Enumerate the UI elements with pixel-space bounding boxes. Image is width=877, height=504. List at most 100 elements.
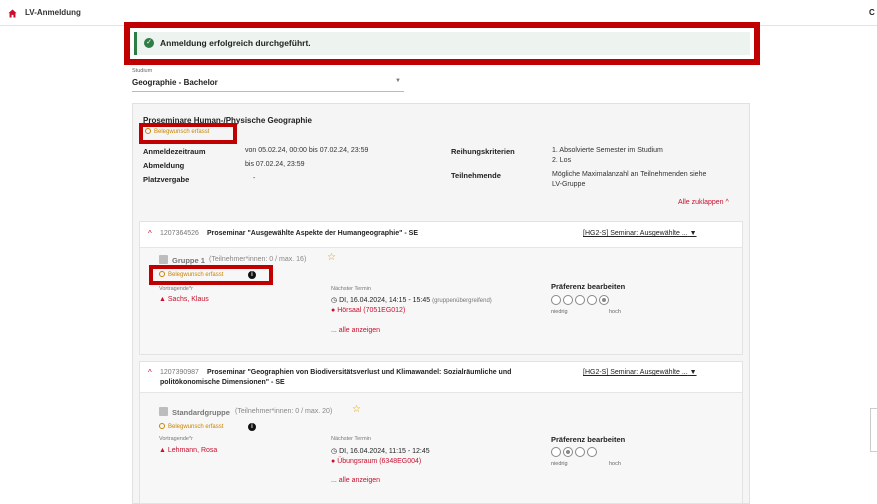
preference-high-label: hoch [609, 309, 621, 315]
lecturer-label: Vortragende*r [159, 286, 193, 292]
preference-radio-1[interactable] [551, 295, 561, 305]
lecturer-name: Lehmann, Rosa [167, 447, 218, 454]
clock-icon: ◷ [331, 297, 338, 304]
studium-underline [132, 91, 404, 92]
group-name: Gruppe 1 [172, 256, 205, 265]
group-capacity: (Teilnehmer*innen: 0 / max. 16) [209, 256, 307, 263]
preference-radio-3[interactable] [575, 295, 585, 305]
curriculum-select[interactable]: [HG2-S] Seminar: Ausgewählte ... ▼ [583, 369, 697, 376]
lv-card: ^ 1207390987 Proseminar "Geographien von… [139, 361, 743, 504]
chevron-up-icon: ^ [725, 199, 729, 206]
status-badge-text: Belegwunsch erfasst [154, 129, 210, 135]
room-name: Übungsraum (6348EG004) [337, 458, 422, 465]
clock-icon [145, 128, 151, 134]
room-link[interactable]: ● Übungsraum (6348EG004) [331, 458, 421, 465]
lv-number: 1207364526 [160, 230, 199, 237]
success-alert-highlight: ✓ Anmeldung erfolgreich durchgeführt. [124, 22, 760, 65]
lecturer-name: Sachs, Klaus [167, 296, 209, 303]
anmeldezeitraum-label: Anmeldezeitraum [143, 147, 206, 156]
group-checkbox[interactable] [159, 407, 168, 416]
chevron-up-icon[interactable]: ^ [148, 229, 152, 238]
top-right-menu[interactable]: C [869, 8, 875, 17]
lv-title: Proseminar "Ausgewählte Aspekte der Huma… [207, 230, 418, 237]
curriculum-select-text: [HG2-S] Seminar: Ausgewählte ... [583, 230, 688, 237]
studium-label: Studium [132, 68, 153, 74]
status-badge-text: Belegwunsch erfasst [168, 424, 224, 430]
chevron-up-icon[interactable]: ^ [148, 368, 152, 377]
teilnehmende-line-1: Mögliche Maximalanzahl an Teilnehmenden … [552, 171, 707, 178]
caret-down-icon: ▼ [689, 230, 697, 237]
star-icon[interactable]: ☆ [327, 252, 336, 263]
star-icon[interactable]: ☆ [352, 404, 361, 415]
group-name: Standardgruppe [172, 408, 230, 417]
lecturer-link[interactable]: ▲ Lehmann, Rosa [159, 447, 217, 454]
preference-radio-2[interactable] [563, 447, 573, 457]
preference-radio-group [551, 447, 599, 459]
user-icon: ▲ [159, 447, 166, 454]
show-all-dates-link[interactable]: ... alle anzeigen [331, 477, 380, 484]
preference-low-label: niedrig [551, 461, 568, 467]
curriculum-select-text: [HG2-S] Seminar: Ausgewählte ... [583, 369, 688, 376]
status-badge: Belegwunsch erfasst [159, 271, 223, 278]
lecturer-link[interactable]: ▲ Sachs, Klaus [159, 296, 209, 303]
room-name: Hörsaal (7051EG012) [337, 307, 406, 314]
lv-number: 1207390987 [160, 369, 199, 376]
abmeldung-label: Abmeldung [143, 161, 185, 170]
success-message: Anmeldung erfolgreich durchgeführt. [160, 38, 311, 48]
next-date-text: DI, 16.04.2024, 14:15 - 15:45 [339, 297, 431, 304]
next-date: ◷ DI, 16.04.2024, 11:15 - 12:45 [331, 447, 430, 455]
platzvergabe-value: - [253, 175, 256, 182]
next-date-label: Nächster Termin [331, 436, 371, 442]
preference-high-label: hoch [609, 461, 621, 467]
success-alert: ✓ Anmeldung erfolgreich durchgeführt. [134, 32, 750, 55]
check-circle-icon: ✓ [144, 38, 154, 48]
app-title: LV-Anmeldung [25, 8, 81, 17]
collapse-all-link[interactable]: Alle zuklappen ^ [678, 199, 729, 206]
status-badge: Belegwunsch erfasst [145, 128, 209, 135]
next-date-label: Nächster Termin [331, 286, 371, 292]
anmeldezeitraum-value: von 05.02.24, 00:00 bis 07.02.24, 23:59 [245, 147, 369, 154]
info-icon[interactable]: i [248, 423, 256, 431]
reihungskriterien-label: Reihungskriterien [451, 147, 515, 156]
reihungskriterien-line-2: 2. Los [552, 157, 572, 164]
room-link[interactable]: ● Hörsaal (7051EG012) [331, 307, 405, 314]
preference-radio-3[interactable] [575, 447, 585, 457]
lv-card: ^ 1207364526 Proseminar "Ausgewählte Asp… [139, 221, 743, 355]
preference-radio-2[interactable] [563, 295, 573, 305]
preference-label: Präferenz bearbeiten [551, 282, 626, 291]
clock-icon [159, 423, 165, 429]
reihungskriterien-line-1: 1. Absolvierte Semester im Studium [552, 147, 663, 154]
show-all-dates-link[interactable]: ... alle anzeigen [331, 327, 380, 334]
lv-title-line-1: Proseminar "Geographien von Biodiversitä… [207, 369, 512, 376]
lv-header[interactable]: ^ 1207390987 Proseminar "Geographien von… [140, 362, 742, 393]
preference-radio-4[interactable] [587, 295, 597, 305]
status-badge: Belegwunsch erfasst [159, 423, 223, 430]
lv-header[interactable]: ^ 1207364526 Proseminar "Ausgewählte Asp… [140, 222, 742, 248]
home-icon[interactable] [8, 9, 17, 18]
clock-icon [159, 271, 165, 277]
curriculum-select[interactable]: [HG2-S] Seminar: Ausgewählte ... ▼ [583, 230, 697, 237]
preference-radio-1[interactable] [551, 447, 561, 457]
group-panel [140, 393, 742, 503]
chevron-down-icon[interactable]: ▼ [395, 78, 401, 84]
map-pin-icon: ● [331, 458, 336, 465]
next-date-text: DI, 16.04.2024, 11:15 - 12:45 [339, 448, 430, 455]
preference-radio-group [551, 295, 611, 307]
group-capacity: (Teilnehmer*innen: 0 / max. 20) [235, 408, 333, 415]
caret-down-icon: ▼ [689, 369, 697, 376]
preference-radio-4[interactable] [587, 447, 597, 457]
preference-radio-5[interactable] [599, 295, 609, 305]
clock-icon: ◷ [331, 448, 338, 455]
lecturer-label: Vortragende*r [159, 436, 193, 442]
map-pin-icon: ● [331, 307, 336, 314]
next-date-scope: (gruppenübergreifend) [432, 298, 492, 304]
platzvergabe-label: Platzvergabe [143, 175, 190, 184]
side-feedback-tab[interactable] [870, 408, 877, 452]
next-date: ◷ DI, 16.04.2024, 14:15 - 15:45 (gruppen… [331, 296, 492, 304]
studium-select[interactable]: Geographie - Bachelor [132, 78, 218, 87]
group-checkbox[interactable] [159, 255, 168, 264]
abmeldung-value: bis 07.02.24, 23:59 [245, 161, 305, 168]
status-badge-text: Belegwunsch erfasst [168, 272, 224, 278]
info-icon[interactable]: i [248, 271, 256, 279]
lv-title-line-2: politökonomische Dimensionen" - SE [160, 379, 285, 386]
